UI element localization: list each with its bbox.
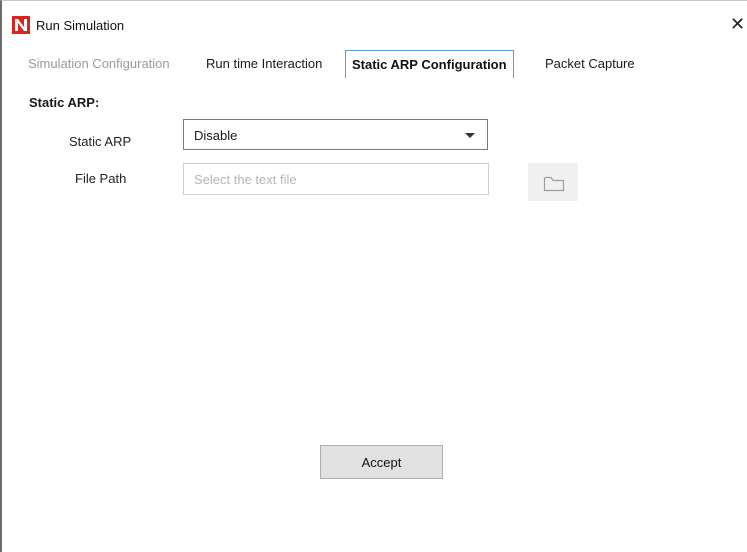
section-title: Static ARP: <box>29 95 100 110</box>
file-path-input[interactable] <box>183 163 489 195</box>
window-title: Run Simulation <box>36 18 125 33</box>
tab-bar: Simulation Configuration Run time Intera… <box>26 50 726 78</box>
close-icon[interactable]: ✕ <box>730 15 745 33</box>
accept-button[interactable]: Accept <box>320 445 443 479</box>
static-arp-dropdown[interactable]: Disable <box>183 119 488 150</box>
folder-icon <box>543 174 565 195</box>
file-path-label: File Path <box>75 171 127 186</box>
tab-packet-capture[interactable]: Packet Capture <box>545 50 635 78</box>
static-arp-value: Disable <box>194 128 238 143</box>
browse-folder-button[interactable] <box>528 163 578 201</box>
chevron-down-icon <box>465 133 475 138</box>
run-simulation-dialog: Run Simulation ✕ Simulation Configuratio… <box>0 0 747 552</box>
netsim-logo-icon <box>12 16 30 34</box>
static-arp-label: Static ARP <box>69 134 132 149</box>
title-bar: Run Simulation ✕ <box>2 1 747 35</box>
tab-static-arp-configuration[interactable]: Static ARP Configuration <box>345 50 514 78</box>
tab-simulation-configuration[interactable]: Simulation Configuration <box>28 50 170 78</box>
tab-run-time-interaction[interactable]: Run time Interaction <box>206 50 322 78</box>
